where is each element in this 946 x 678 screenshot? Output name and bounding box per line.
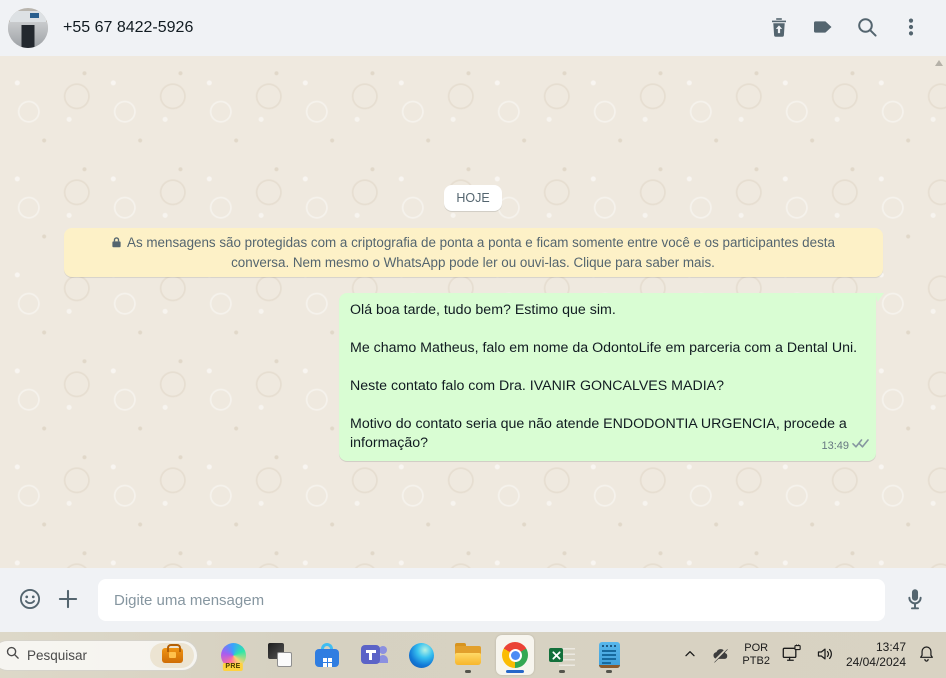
search-icon: [5, 645, 20, 665]
taskbar-search[interactable]: [0, 639, 198, 671]
trash-icon: [767, 15, 791, 42]
microsoft-store-icon: [315, 643, 339, 667]
microsoft-edge-icon: [408, 642, 434, 668]
tray-onedrive-button[interactable]: [709, 643, 733, 668]
message-time: 13:49: [821, 440, 849, 452]
volume-icon: [815, 645, 835, 666]
cloud-slash-icon: [711, 645, 731, 666]
search-highlight: [150, 642, 194, 668]
message-paragraph: Motivo do contato seria que não atende E…: [350, 416, 847, 451]
bubble-tail: [876, 293, 884, 302]
tray-date: 24/04/2024: [845, 655, 906, 669]
notification-bell-icon: [917, 644, 936, 666]
message-paragraph: Olá boa tarde, tudo bem? Estimo que sim.: [350, 302, 616, 318]
taskbar-copilot-button[interactable]: PRE: [214, 635, 252, 675]
tray-network-button[interactable]: [779, 642, 804, 668]
message-paragraph: Neste contato falo com Dra. IVANIR GONCA…: [350, 378, 724, 394]
tray-time: 13:47: [875, 640, 906, 654]
language-code: POR: [744, 642, 769, 654]
tray-volume-button[interactable]: [813, 643, 837, 668]
taskbar-excel-button[interactable]: [543, 635, 581, 675]
search-icon: [855, 15, 879, 42]
voice-message-button[interactable]: [901, 586, 929, 614]
notepad-icon: [598, 642, 620, 668]
chat-header: +55 67 8422-5926: [0, 0, 946, 56]
chat-message-area: HOJE As mensagens são protegidas com a c…: [0, 56, 946, 568]
whatsapp-window: +55 67 8422-5926 HOJE As mensagens são p…: [0, 0, 946, 678]
attach-button[interactable]: [54, 586, 82, 614]
taskbar-chrome-button[interactable]: [496, 635, 534, 675]
taskbar-task-view-button[interactable]: [261, 635, 299, 675]
search-in-chat-button[interactable]: [855, 16, 879, 40]
windows-taskbar: PRE: [0, 632, 946, 678]
task-view-icon: [268, 643, 292, 667]
tray-clock[interactable]: 13:47 24/04/2024: [846, 640, 906, 670]
keyboard-layout: PTB2: [742, 655, 770, 667]
taskbar-file-explorer-button[interactable]: [449, 635, 487, 675]
briefcase-icon: [161, 643, 183, 663]
message-input[interactable]: [98, 579, 885, 621]
copilot-icon: PRE: [220, 642, 246, 671]
lock-icon: [111, 234, 122, 253]
microphone-icon: [902, 586, 928, 615]
outgoing-message-bubble[interactable]: Olá boa tarde, tudo bem? Estimo que sim.…: [339, 293, 884, 461]
taskbar-microsoft-store-button[interactable]: [308, 635, 346, 675]
chat-menu-button[interactable]: [899, 16, 923, 40]
network-display-icon: [781, 644, 802, 666]
running-indicator: [465, 670, 471, 673]
running-indicator: [559, 670, 565, 673]
plus-icon: [55, 586, 81, 615]
date-divider: HOJE: [444, 185, 502, 211]
contact-avatar[interactable]: [8, 8, 48, 48]
emoji-smiley-icon: [17, 586, 43, 615]
message-meta: 13:49: [821, 437, 869, 456]
delete-chat-button[interactable]: [767, 16, 791, 40]
encryption-notice-text: As mensagens são protegidas com a cripto…: [127, 235, 835, 270]
contact-name[interactable]: +55 67 8422-5926: [63, 19, 193, 37]
file-explorer-icon: [455, 642, 481, 665]
tray-language-indicator[interactable]: POR PTB2: [742, 642, 770, 668]
menu-kebab-icon: [899, 15, 923, 42]
label-icon: [811, 15, 835, 42]
taskbar-app-icons: PRE: [214, 635, 628, 675]
header-actions: [767, 16, 923, 40]
emoji-button[interactable]: [16, 586, 44, 614]
running-indicator: [606, 670, 612, 673]
tray-overflow-button[interactable]: [680, 644, 700, 667]
composer-bar: [0, 568, 946, 632]
message-row: Olá boa tarde, tudo bem? Estimo que sim.…: [0, 293, 946, 461]
copilot-pre-badge: PRE: [222, 662, 244, 671]
taskbar-teams-button[interactable]: [355, 635, 393, 675]
microsoft-teams-icon: [361, 644, 388, 666]
excel-icon: [549, 643, 575, 667]
message-paragraph: Me chamo Matheus, falo em nome da Odonto…: [350, 340, 858, 356]
system-tray: POR PTB2 13:47 24/04/2024: [680, 632, 938, 678]
taskbar-search-input[interactable]: [27, 647, 119, 663]
encryption-notice[interactable]: As mensagens são protegidas com a cripto…: [63, 228, 883, 277]
chevron-up-icon: [682, 646, 698, 665]
tray-notifications-button[interactable]: [915, 642, 938, 668]
taskbar-notepad-button[interactable]: [590, 635, 628, 675]
delivered-double-check-icon: [852, 437, 869, 456]
active-indicator: [506, 670, 524, 673]
google-chrome-icon: [502, 642, 528, 668]
taskbar-edge-button[interactable]: [402, 635, 440, 675]
label-chat-button[interactable]: [811, 16, 835, 40]
